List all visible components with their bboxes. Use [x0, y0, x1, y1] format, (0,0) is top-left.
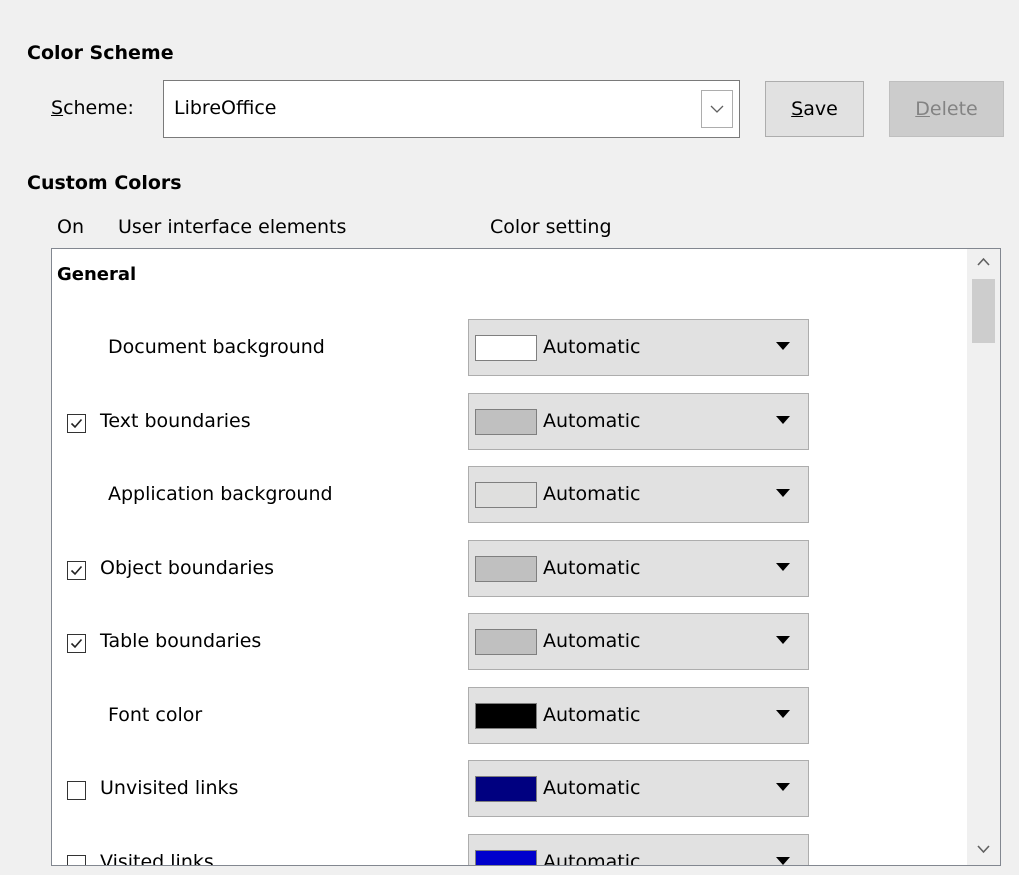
vertical-scrollbar[interactable] [967, 249, 1000, 865]
color-swatch [475, 335, 537, 361]
chevron-down-icon[interactable] [701, 90, 733, 128]
table-boundaries-checkbox[interactable] [67, 634, 86, 653]
triangle-down-icon [776, 489, 790, 497]
text-boundaries-color-dropdown[interactable]: Automatic [468, 392, 809, 450]
triangle-down-icon [776, 783, 790, 791]
visited-links-color-dropdown[interactable]: Automatic [468, 833, 809, 866]
column-header-elements: User interface elements [118, 216, 347, 238]
color-swatch [475, 849, 537, 865]
color-setting-value: Automatic [543, 556, 641, 579]
delete-mnemonic: D [915, 98, 930, 120]
object-boundaries-checkbox[interactable] [67, 560, 86, 580]
color-setting-value: Automatic [543, 409, 641, 432]
checkmark-icon [70, 638, 83, 649]
font-color-label: Font color [108, 703, 203, 726]
column-header-setting: Color setting [490, 216, 612, 238]
color-swatch [475, 555, 537, 582]
custom-colors-list[interactable]: General Document background Automatic Text… [51, 248, 1001, 866]
object-boundaries-color-dropdown[interactable]: Automatic [468, 539, 809, 597]
color-swatch [475, 408, 537, 435]
scheme-dropdown[interactable]: LibreOffice [163, 80, 740, 138]
scheme-dropdown-value: LibreOffice [174, 97, 277, 119]
color-row-unvisited-links: Unvisited links Automatic [52, 760, 968, 832]
unvisited-links-checkbox[interactable] [67, 781, 86, 800]
color-setting-value: Automatic [543, 630, 641, 652]
color-row-text-boundaries: Text boundaries Automatic [52, 392, 968, 465]
checkmark-icon [70, 418, 83, 428]
color-setting-value: Automatic [543, 703, 641, 726]
application-background-label: Application background [108, 483, 333, 505]
text-boundaries-checkbox[interactable] [67, 413, 86, 433]
color-swatch [475, 482, 537, 508]
triangle-down-icon [776, 709, 790, 718]
application-background-color-dropdown[interactable]: Automatic [468, 466, 809, 523]
delete-button[interactable]: Delete [889, 81, 1004, 137]
group-general-heading: General [57, 264, 137, 285]
color-setting-value: Automatic [543, 483, 641, 505]
scheme-label: Scheme: [51, 97, 134, 119]
color-swatch [475, 702, 537, 729]
application-colors-page: Color Scheme Scheme: LibreOffice Save De… [0, 0, 1019, 875]
save-button[interactable]: Save [765, 81, 864, 137]
font-color-color-dropdown[interactable]: Automatic [468, 686, 809, 744]
visited-links-checkbox[interactable] [67, 854, 86, 865]
triangle-down-icon [776, 415, 790, 424]
color-scheme-heading: Color Scheme [27, 42, 174, 64]
triangle-down-icon [776, 636, 790, 644]
checkmark-icon [70, 565, 83, 575]
scheme-label-rest: cheme: [63, 97, 134, 119]
table-boundaries-label: Table boundaries [100, 630, 262, 652]
custom-colors-heading: Custom Colors [27, 172, 182, 194]
color-setting-value: Automatic [543, 777, 641, 799]
color-row-visited-links: Visited links Automatic [52, 833, 968, 866]
triangle-down-icon [776, 856, 790, 865]
visited-links-label: Visited links [100, 850, 214, 866]
color-row-table-boundaries: Table boundaries Automatic [52, 613, 968, 685]
save-mnemonic: S [791, 98, 804, 120]
text-boundaries-label: Text boundaries [100, 409, 251, 432]
triangle-down-icon [776, 562, 790, 571]
scroll-up-icon[interactable] [977, 257, 990, 266]
triangle-down-icon [776, 342, 790, 350]
color-row-application-background: Application background Automatic [52, 466, 968, 538]
color-setting-value: Automatic [543, 850, 641, 866]
object-boundaries-label: Object boundaries [100, 556, 275, 579]
document-background-color-dropdown[interactable]: Automatic [468, 319, 809, 376]
column-header-on: On [57, 216, 84, 238]
scheme-label-mnemonic: S [51, 97, 64, 119]
unvisited-links-label: Unvisited links [100, 777, 239, 799]
table-boundaries-color-dropdown[interactable]: Automatic [468, 613, 809, 670]
color-row-document-background: Document background Automatic [52, 319, 968, 391]
document-background-label: Document background [108, 336, 325, 358]
unvisited-links-color-dropdown[interactable]: Automatic [468, 760, 809, 817]
color-swatch [475, 776, 537, 802]
color-row-object-boundaries: Object boundaries Automatic [52, 539, 968, 612]
scrollbar-thumb[interactable] [972, 279, 995, 343]
color-row-font-color: Font color Automatic [52, 686, 968, 759]
delete-rest: elete [929, 98, 978, 120]
scroll-down-icon[interactable] [977, 845, 990, 854]
color-swatch [475, 629, 537, 655]
save-rest: ave [803, 98, 838, 120]
color-setting-value: Automatic [543, 336, 641, 358]
